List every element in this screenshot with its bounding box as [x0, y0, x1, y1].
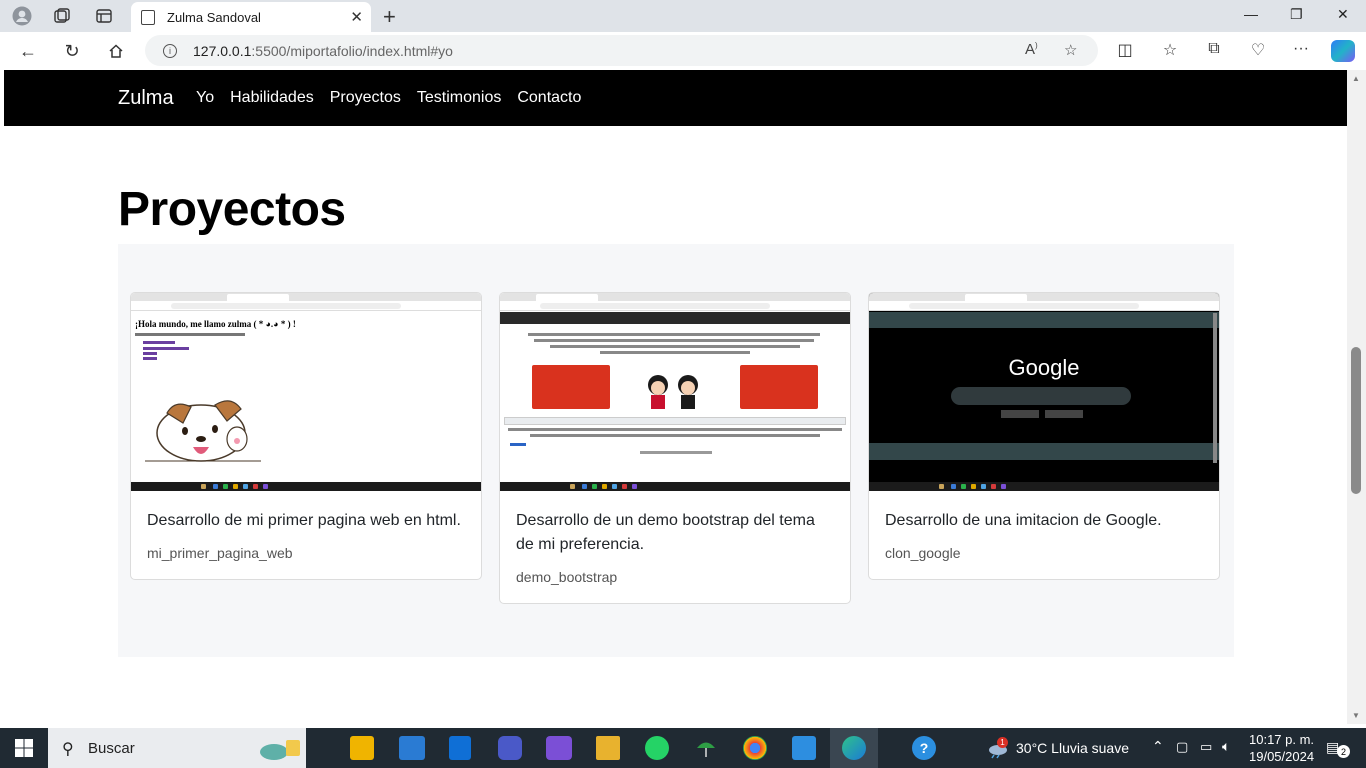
- edge-taskbar-button[interactable]: [830, 728, 878, 768]
- project-screenshot: Google: [869, 293, 1219, 491]
- site-navbar: Zulma Yo Habilidades Proyectos Testimoni…: [4, 70, 1347, 126]
- file-explorer-icon[interactable]: [596, 736, 620, 760]
- tab-title: Zulma Sandoval: [167, 9, 261, 25]
- project-screenshot: ¡Hola mundo, me llamo zulma ( * ◕.◕ * ) …: [131, 293, 481, 491]
- notification-count-badge: 2: [1337, 745, 1350, 758]
- windows-taskbar: ⚲ Buscar ? 1 30°C Lluvia suave ⌃ ▢ ▭ 🔈︎ …: [0, 728, 1366, 768]
- weather-text[interactable]: 30°C Lluvia suave: [1016, 740, 1129, 756]
- url-path: :5500/miportafolio/index.html#yo: [251, 42, 453, 59]
- battery-icon[interactable]: ▭: [1200, 739, 1212, 755]
- restore-icon[interactable]: ❐: [1290, 6, 1303, 23]
- search-label: Buscar: [88, 739, 135, 757]
- card-title: Desarrollo de un demo bootstrap del tema…: [516, 512, 815, 553]
- browser-tab-active[interactable]: Zulma Sandoval ✕: [131, 2, 371, 32]
- refresh-icon[interactable]: ↻: [60, 40, 84, 62]
- windows-start-icon[interactable]: [12, 736, 36, 760]
- site-info-icon[interactable]: i: [163, 43, 177, 58]
- umbrella-app-icon[interactable]: [694, 736, 718, 760]
- scroll-down-icon[interactable]: ▼: [1352, 711, 1360, 720]
- project-screenshot: [500, 293, 850, 491]
- new-tab-icon[interactable]: +: [383, 4, 396, 30]
- address-bar[interactable]: i 127.0.0.1:5500/miportafolio/index.html…: [145, 35, 1098, 66]
- workspaces-icon[interactable]: [51, 5, 73, 27]
- chrome-icon[interactable]: [743, 736, 767, 760]
- browser-tab-bar: Zulma Sandoval ✕ + — ❐ ✕: [0, 0, 1366, 32]
- favorite-star-icon[interactable]: ☆: [1064, 41, 1077, 59]
- card-subtitle: demo_bootstrap: [516, 569, 618, 585]
- card-body: Desarrollo de mi primer pagina web en ht…: [131, 491, 481, 579]
- volume-icon[interactable]: 🔈︎: [1222, 738, 1230, 755]
- minimize-icon[interactable]: —: [1244, 6, 1258, 22]
- edge-icon: [842, 736, 866, 760]
- browser-toolbar: ← ↻ i 127.0.0.1:5500/miportafolio/index.…: [0, 32, 1366, 70]
- navbar-brand[interactable]: Zulma: [118, 87, 174, 110]
- page-viewport: Zulma Yo Habilidades Proyectos Testimoni…: [4, 70, 1347, 724]
- nav-link-proyectos[interactable]: Proyectos: [330, 89, 401, 107]
- calendar-app-icon[interactable]: [350, 736, 374, 760]
- search-highlight-icon: [260, 740, 300, 760]
- page-scrollbar[interactable]: ▲ ▼: [1347, 70, 1366, 724]
- show-hidden-icons[interactable]: ⌃: [1152, 738, 1164, 755]
- camera-icon[interactable]: ▢: [1176, 739, 1188, 755]
- card-body: Desarrollo de un demo bootstrap del tema…: [500, 491, 850, 603]
- clock-date[interactable]: 19/05/2024: [1249, 749, 1314, 764]
- scrollbar-thumb[interactable]: [1351, 347, 1361, 494]
- characters-illustration: [640, 371, 706, 411]
- close-window-icon[interactable]: ✕: [1337, 6, 1349, 23]
- nav-link-yo[interactable]: Yo: [196, 89, 214, 107]
- close-tab-icon[interactable]: ✕: [350, 8, 363, 26]
- nav-link-habilidades[interactable]: Habilidades: [230, 89, 314, 107]
- taskbar-search[interactable]: ⚲ Buscar: [48, 728, 306, 768]
- profile-icon[interactable]: [11, 5, 33, 27]
- search-icon: ⚲: [62, 741, 74, 758]
- copilot-icon[interactable]: [1331, 40, 1355, 62]
- puppy-illustration: [145, 400, 261, 462]
- settings-more-icon[interactable]: ···: [1290, 40, 1312, 58]
- google-logo: Google: [1008, 355, 1080, 380]
- clock-time[interactable]: 10:17 p. m.: [1249, 732, 1314, 747]
- url-host: 127.0.0.1: [193, 42, 252, 59]
- whatsapp-icon[interactable]: [645, 736, 669, 760]
- card-body: Desarrollo de una imitacion de Google. c…: [869, 491, 1219, 579]
- nav-link-testimonios[interactable]: Testimonios: [417, 89, 501, 107]
- back-icon[interactable]: ←: [16, 40, 40, 62]
- card-subtitle: mi_primer_pagina_web: [147, 545, 293, 561]
- weather-alert-badge: 1: [997, 737, 1008, 748]
- project-card[interactable]: Desarrollo de un demo bootstrap del tema…: [499, 292, 851, 604]
- favorites-icon[interactable]: ☆: [1159, 40, 1181, 60]
- split-screen-icon[interactable]: ◫: [1114, 40, 1136, 60]
- screenshot-heading: ¡Hola mundo, me llamo zulma ( * ◕.◕ * ) …: [135, 319, 296, 329]
- card-title: Desarrollo de mi primer pagina web en ht…: [147, 512, 461, 529]
- project-card[interactable]: Google Desarrollo de una imitacion de Go…: [868, 292, 1220, 580]
- page-icon: [141, 9, 155, 25]
- mail-icon[interactable]: [399, 736, 425, 760]
- card-title: Desarrollo de una imitacion de Google.: [885, 512, 1162, 529]
- home-icon[interactable]: [104, 40, 128, 62]
- media-player-icon[interactable]: [498, 736, 522, 760]
- nav-link-contacto[interactable]: Contacto: [517, 89, 581, 107]
- help-icon[interactable]: ?: [912, 736, 936, 760]
- url-text[interactable]: 127.0.0.1:5500/miportafolio/index.html#y…: [193, 43, 453, 59]
- project-card[interactable]: ¡Hola mundo, me llamo zulma ( * ◕.◕ * ) …: [130, 292, 482, 580]
- card-subtitle: clon_google: [885, 545, 961, 561]
- section-heading: Proyectos: [118, 183, 346, 236]
- vscode-icon[interactable]: [792, 736, 816, 760]
- navbar-links: Yo Habilidades Proyectos Testimonios Con…: [196, 89, 597, 107]
- collections-icon[interactable]: ⧉: [1203, 40, 1225, 58]
- scroll-up-icon[interactable]: ▲: [1352, 74, 1360, 83]
- tab-actions-icon[interactable]: [93, 5, 115, 27]
- visual-studio-icon[interactable]: [546, 736, 572, 760]
- read-aloud-icon[interactable]: A): [1025, 41, 1038, 58]
- browser-essentials-icon[interactable]: ♡: [1247, 40, 1269, 60]
- dropbox-icon[interactable]: [449, 736, 471, 760]
